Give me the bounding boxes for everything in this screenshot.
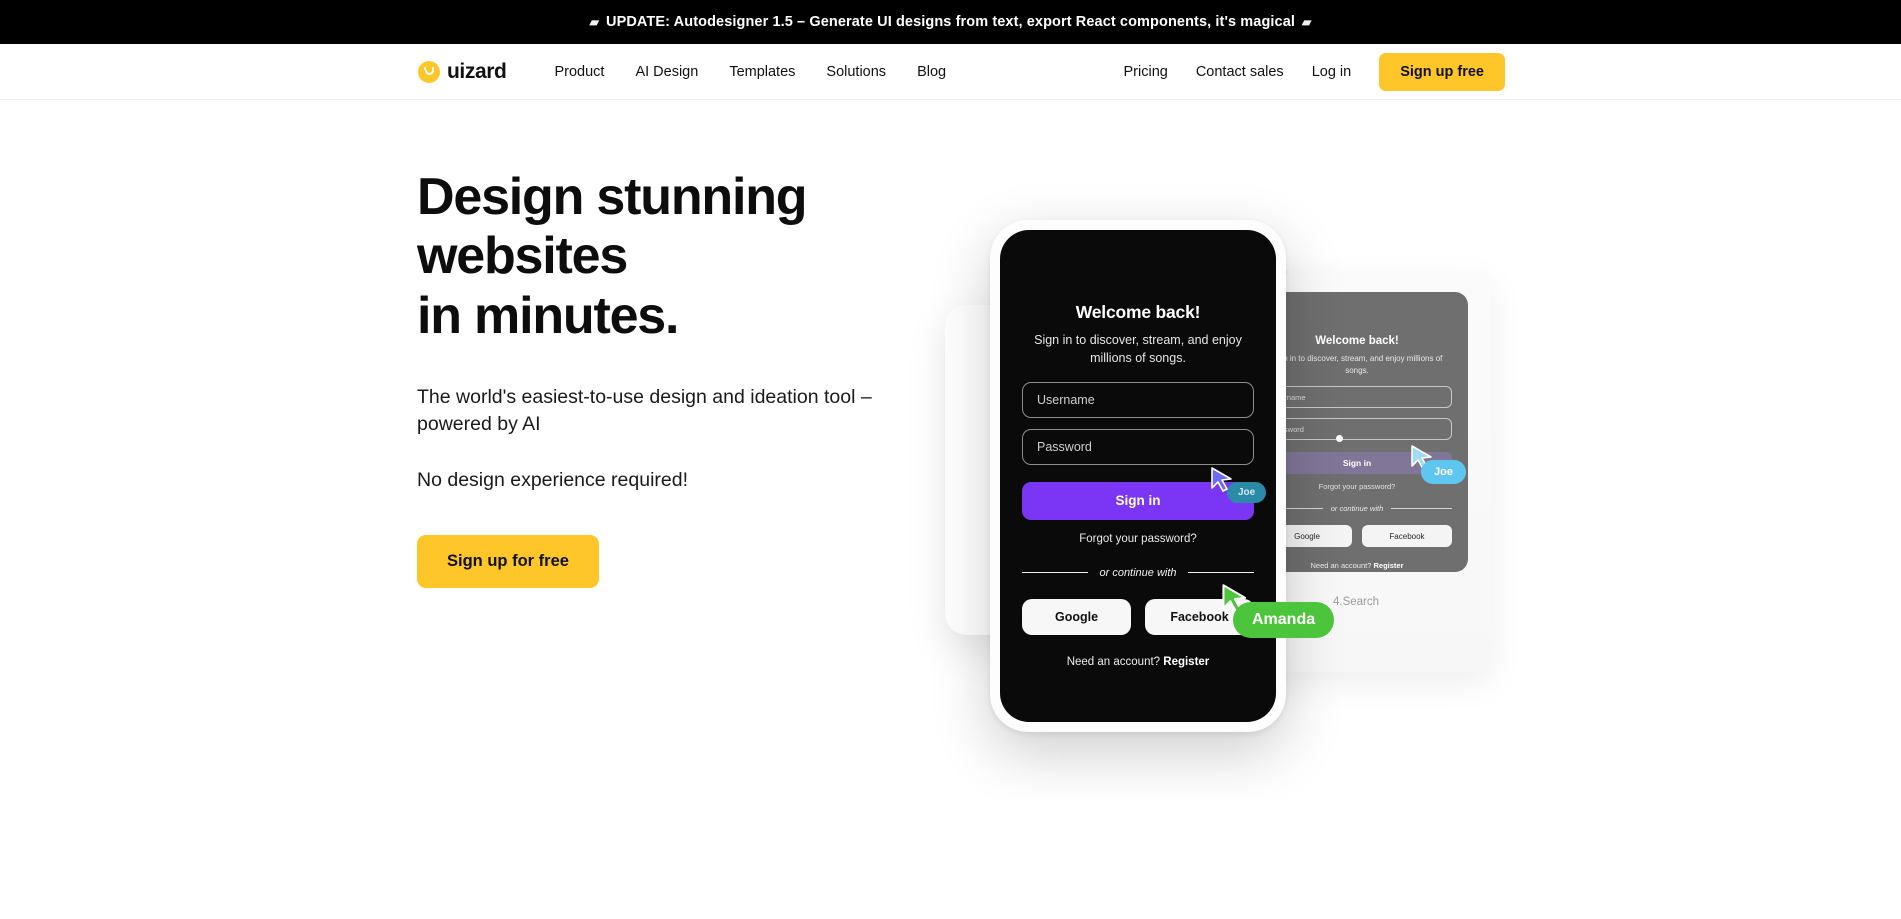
hero-title: Design stunning websites in minutes.	[417, 168, 887, 346]
bg-divider-label: or continue with	[1330, 504, 1384, 514]
google-login-button[interactable]: Google	[1022, 598, 1131, 635]
bg-need-account-text: Need an account?	[1310, 561, 1372, 571]
need-account-text: Need an account?	[1066, 655, 1161, 668]
social-login-buttons: Google Facebook	[1022, 598, 1254, 635]
hero-title-line-2: websites	[417, 227, 628, 286]
announcement-text: UPDATE: Autodesigner 1.5 – Generate UI d…	[606, 14, 1295, 30]
nav-right-group: Pricing Contact sales Log in Sign up fre…	[1124, 44, 1505, 100]
hero-copy: Design stunning websites in minutes. The…	[417, 168, 887, 588]
nav-item-blog[interactable]: Blog	[917, 64, 946, 80]
preview-label-search: 4.Search	[1333, 596, 1380, 608]
nav-item-solutions[interactable]: Solutions	[826, 64, 886, 80]
username-input[interactable]: Username	[1022, 381, 1254, 418]
need-account-row: Need an account? Register	[1022, 656, 1254, 668]
brand-logo[interactable]: uizard	[418, 59, 507, 84]
announcement-banner[interactable]: ▰ UPDATE: Autodesigner 1.5 – Generate UI…	[0, 0, 1901, 44]
welcome-subtitle: Sign in to discover, stream, and enjoy m…	[1034, 333, 1242, 365]
password-input[interactable]: Password	[1022, 428, 1254, 465]
main-navigation: uizard Product AI Design Templates Solut…	[0, 44, 1901, 100]
nav-item-pricing[interactable]: Pricing	[1124, 64, 1168, 80]
bg-need-account: Need an account? Register	[1262, 561, 1452, 570]
bg-cursor-joe-label: Joe	[1421, 460, 1466, 484]
nav-item-login[interactable]: Log in	[1312, 64, 1352, 80]
hero-subtitle-2: No design experience required!	[417, 469, 689, 492]
welcome-title: Welcome back!	[1075, 302, 1201, 322]
or-continue-divider: or continue with	[1022, 566, 1255, 579]
bg-register-link: Register	[1373, 561, 1404, 571]
forgot-password-link[interactable]: Forgot your password?	[1022, 533, 1254, 545]
bg-facebook-button: Facebook	[1362, 525, 1452, 548]
bg-divider: or continue with	[1262, 504, 1452, 513]
hero-signup-button[interactable]: Sign up for free	[417, 534, 599, 588]
hero-title-line-3: in minutes.	[417, 286, 679, 345]
signup-free-button[interactable]: Sign up free	[1379, 53, 1505, 91]
cursor-amanda-label: Amanda	[1233, 602, 1335, 638]
nav-item-contact-sales[interactable]: Contact sales	[1196, 64, 1284, 80]
bg-forgot-link: Forgot your password?	[1318, 482, 1396, 492]
hero-title-line-1: Design stunning	[417, 168, 808, 226]
bg-drag-dot	[1336, 435, 1343, 442]
nav-item-templates[interactable]: Templates	[729, 64, 795, 80]
nav-item-ai-design[interactable]: AI Design	[635, 64, 698, 80]
bg-welcome-subtitle: Sign in to discover, stream, and enjoy m…	[1271, 354, 1443, 375]
uizard-smiley-icon	[418, 60, 440, 83]
nav-links: Product AI Design Templates Solutions Bl…	[554, 64, 946, 80]
divider-label: or continue with	[1099, 566, 1177, 579]
bg-password-field: Password	[1262, 418, 1452, 441]
nav-item-product[interactable]: Product	[554, 64, 604, 80]
hero-section: Design stunning websites in minutes. The…	[0, 100, 1901, 800]
sparkle-icon-left: ▰	[589, 15, 600, 29]
announcement-content: ▰ UPDATE: Autodesigner 1.5 – Generate UI…	[590, 14, 1312, 30]
phone-mockup: Welcome back! Sign in to discover, strea…	[990, 220, 1286, 732]
register-link[interactable]: Register	[1163, 656, 1209, 668]
bg-username-field: Username	[1262, 386, 1452, 409]
divider-line-left	[1022, 572, 1089, 573]
hero-mockup-stage: 2. Sign in 4.Search Welcome back! Sign i…	[945, 190, 1595, 732]
bg-social-buttons: Google Facebook	[1262, 525, 1452, 548]
sparkle-icon-right: ▰	[1301, 15, 1312, 29]
divider-line-right	[1187, 572, 1255, 573]
hero-subtitle: The world's easiest-to-use design and id…	[417, 385, 872, 436]
brand-name: uizard	[447, 59, 507, 83]
bg-welcome-title: Welcome back!	[1315, 335, 1399, 347]
